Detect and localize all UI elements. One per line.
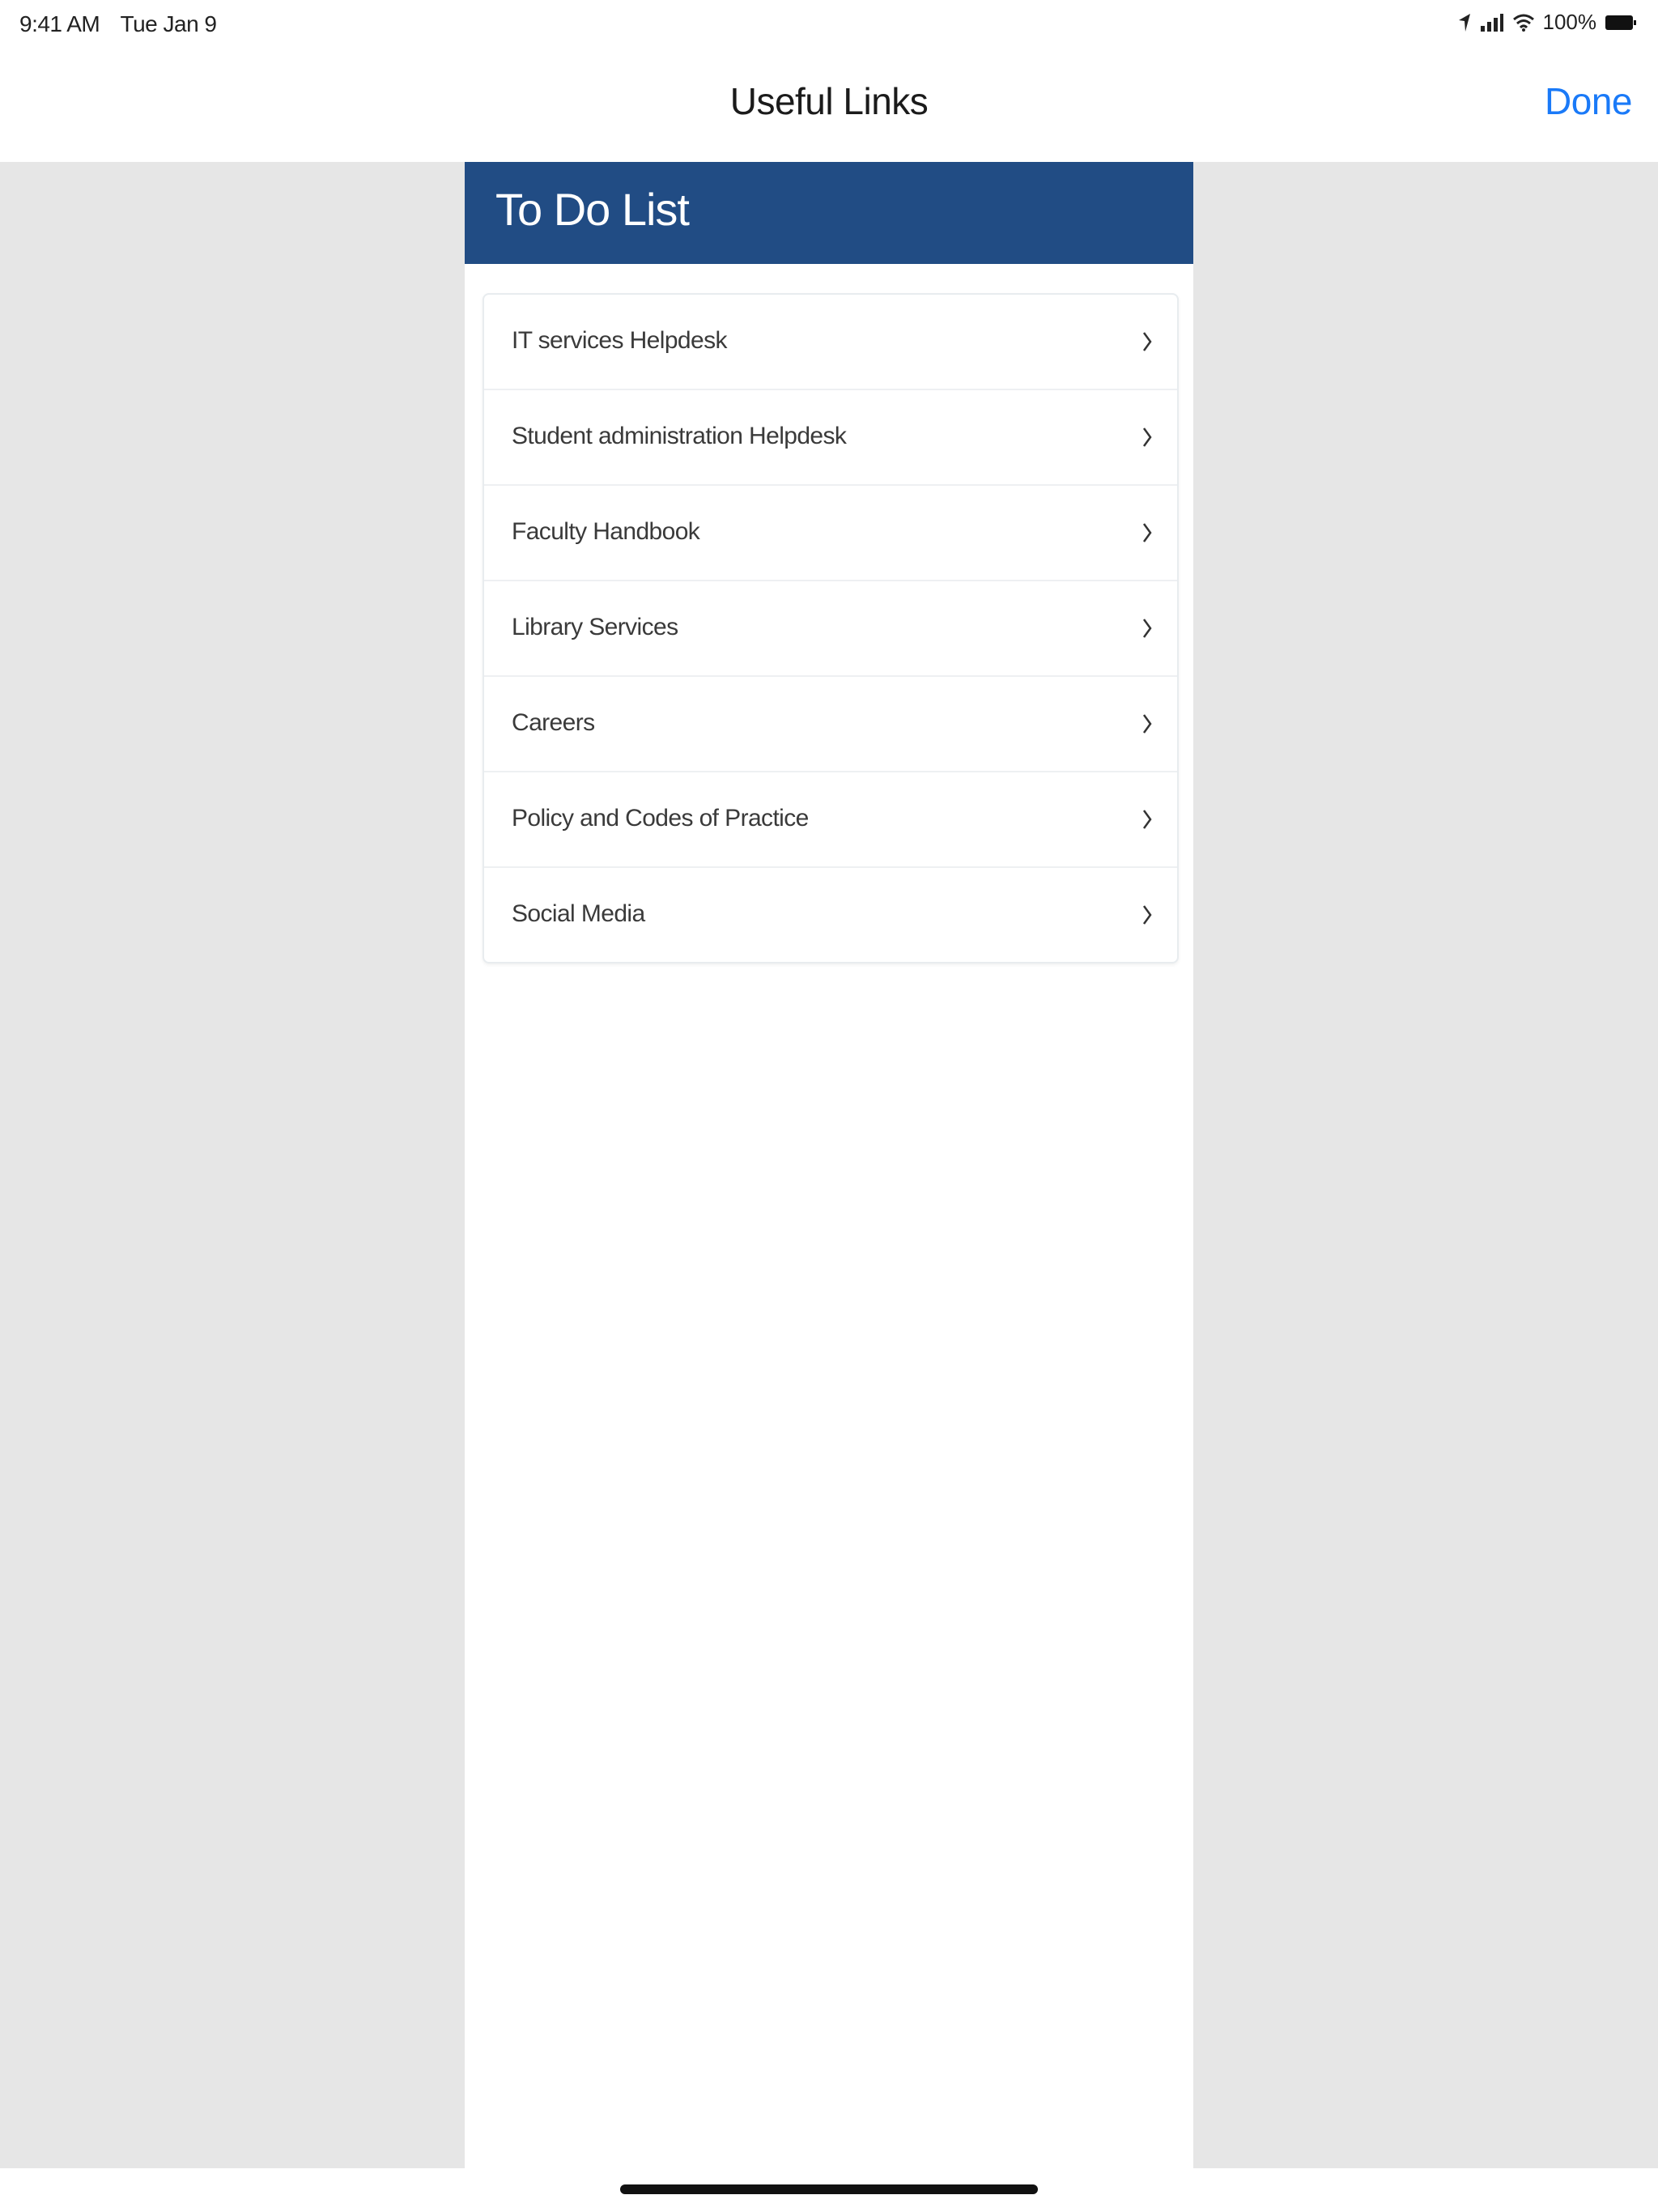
link-row-careers[interactable]: Careers [484,677,1177,772]
link-row-social-media[interactable]: Social Media [484,868,1177,962]
link-row-student-administration-helpdesk[interactable]: Student administration Helpdesk [484,390,1177,486]
link-label: Student administration Helpdesk [512,423,847,449]
chevron-right-icon [1141,904,1153,926]
home-indicator[interactable] [620,2184,1038,2194]
chevron-right-icon [1141,617,1153,640]
link-label: Library Services [512,614,678,640]
panel-title: To Do List [495,184,690,235]
content-panel: To Do List IT services Helpdesk Student … [465,162,1193,2168]
chevron-right-icon [1141,808,1153,831]
status-time: 9:41 AM [19,11,100,36]
link-row-it-services-helpdesk[interactable]: IT services Helpdesk [484,295,1177,390]
wifi-icon [1512,13,1535,32]
useful-links-list: IT services Helpdesk Student administrat… [483,293,1179,963]
signal-icon [1480,13,1504,32]
bottom-bar [0,2168,1658,2212]
battery-percentage: 100% [1542,10,1597,34]
chevron-right-icon [1141,426,1153,449]
status-bar: 9:41 AM Tue Jan 9 100% [0,0,1658,49]
link-row-library-services[interactable]: Library Services [484,581,1177,677]
link-label: Social Media [512,900,645,927]
chevron-right-icon [1141,330,1153,353]
page-title: Useful Links [729,80,929,122]
status-date: Tue Jan 9 [120,11,217,36]
link-label: IT services Helpdesk [512,327,727,354]
navigation-bar: Useful Links Done [0,49,1658,162]
link-label: Faculty Handbook [512,518,700,545]
status-indicators: 100% [1457,10,1638,35]
panel-header: To Do List [465,162,1193,264]
chevron-right-icon [1141,521,1153,544]
status-time-date: 9:41 AM Tue Jan 9 [19,11,217,37]
link-label: Careers [512,709,595,736]
location-arrow-icon [1457,12,1472,33]
link-row-policy-and-codes-of-practice[interactable]: Policy and Codes of Practice [484,772,1177,868]
done-button[interactable]: Done [1545,79,1632,123]
battery-icon [1605,14,1637,32]
chevron-right-icon [1141,713,1153,735]
link-label: Policy and Codes of Practice [512,805,809,832]
link-row-faculty-handbook[interactable]: Faculty Handbook [484,486,1177,581]
